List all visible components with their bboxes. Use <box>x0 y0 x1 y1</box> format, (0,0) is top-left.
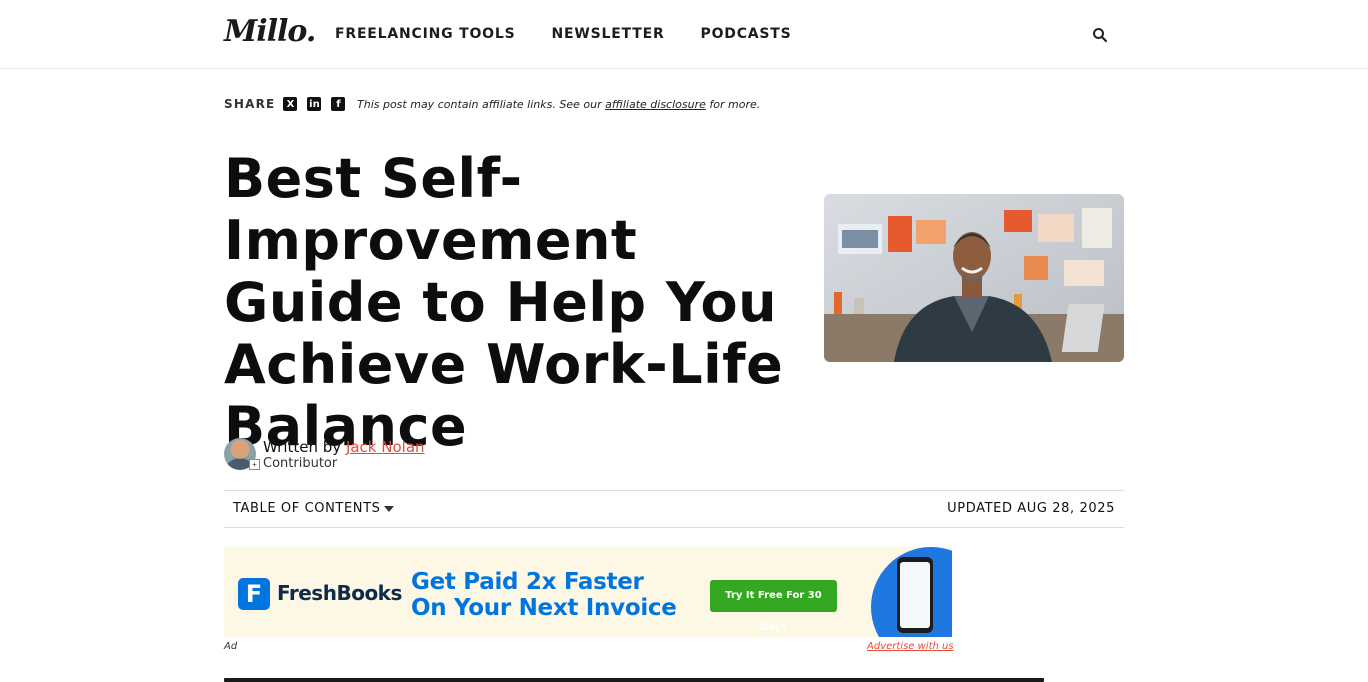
affiliate-disclosure: This post may contain affiliate links. S… <box>357 98 760 111</box>
author-role: Contributor <box>263 456 338 471</box>
disclosure-prefix: This post may contain affiliate links. S… <box>357 98 606 111</box>
author-info: Written by Jack Nolan Contributor <box>263 438 425 472</box>
main-nav: FREELANCING TOOLS NEWSLETTER PODCASTS <box>335 26 792 42</box>
phone-screen <box>900 562 930 628</box>
table-of-contents-toggle[interactable]: TABLE OF CONTENTS <box>233 501 395 516</box>
ad-cta-button[interactable]: Try It Free For 30 Days <box>710 580 837 633</box>
plus-icon: + <box>249 459 260 470</box>
written-by-label: Written by <box>263 438 346 456</box>
hero-image <box>824 194 1124 362</box>
ad-brand: FreshBooks <box>277 581 402 605</box>
x-icon[interactable]: X <box>283 97 298 111</box>
share-bar: SHARE X in f <box>224 97 355 111</box>
freshbooks-logo-icon: F <box>238 578 270 610</box>
ad-headline: Get Paid 2x Faster On Your Next Invoice <box>411 569 677 621</box>
article-body-peek <box>224 672 1124 682</box>
nav-item-newsletter[interactable]: NEWSLETTER <box>551 26 664 42</box>
nav-item-podcasts[interactable]: PODCASTS <box>701 26 792 42</box>
ad-headline-line-2: On Your Next Invoice <box>411 595 677 621</box>
written-by: Written by Jack Nolan <box>263 438 425 456</box>
toc-label: TABLE OF CONTENTS <box>233 501 381 516</box>
search-icon[interactable] <box>1092 27 1108 43</box>
freshbooks-ad-banner[interactable]: F FreshBooks Get Paid 2x Faster On Your … <box>224 547 952 637</box>
nav-item-freelancing-tools[interactable]: FREELANCING TOOLS <box>335 26 515 42</box>
disclosure-suffix: for more. <box>705 98 761 111</box>
share-label: SHARE <box>224 97 276 111</box>
author-byline: + Written by Jack Nolan Contributor <box>224 438 425 472</box>
avatar[interactable]: + <box>224 438 260 470</box>
toc-bar: TABLE OF CONTENTS UPDATED AUG 28, 2025 <box>224 490 1124 528</box>
site-header: Millo. FREELANCING TOOLS NEWSLETTER PODC… <box>0 0 1368 69</box>
affiliate-disclosure-link[interactable]: affiliate disclosure <box>605 98 706 111</box>
caret-down-icon <box>384 505 395 512</box>
site-logo[interactable]: Millo. <box>224 14 316 49</box>
ad-headline-line-1: Get Paid 2x Faster <box>411 569 644 595</box>
advertise-link[interactable]: Advertise with us <box>867 641 954 652</box>
article-title: Best Self-Improvement Guide to Help You … <box>224 147 784 458</box>
author-link[interactable]: Jack Nolan <box>346 438 425 456</box>
linkedin-icon[interactable]: in <box>307 97 322 111</box>
facebook-icon[interactable]: f <box>331 97 346 111</box>
ad-label: Ad <box>224 641 238 652</box>
updated-date: UPDATED AUG 28, 2025 <box>947 501 1115 516</box>
